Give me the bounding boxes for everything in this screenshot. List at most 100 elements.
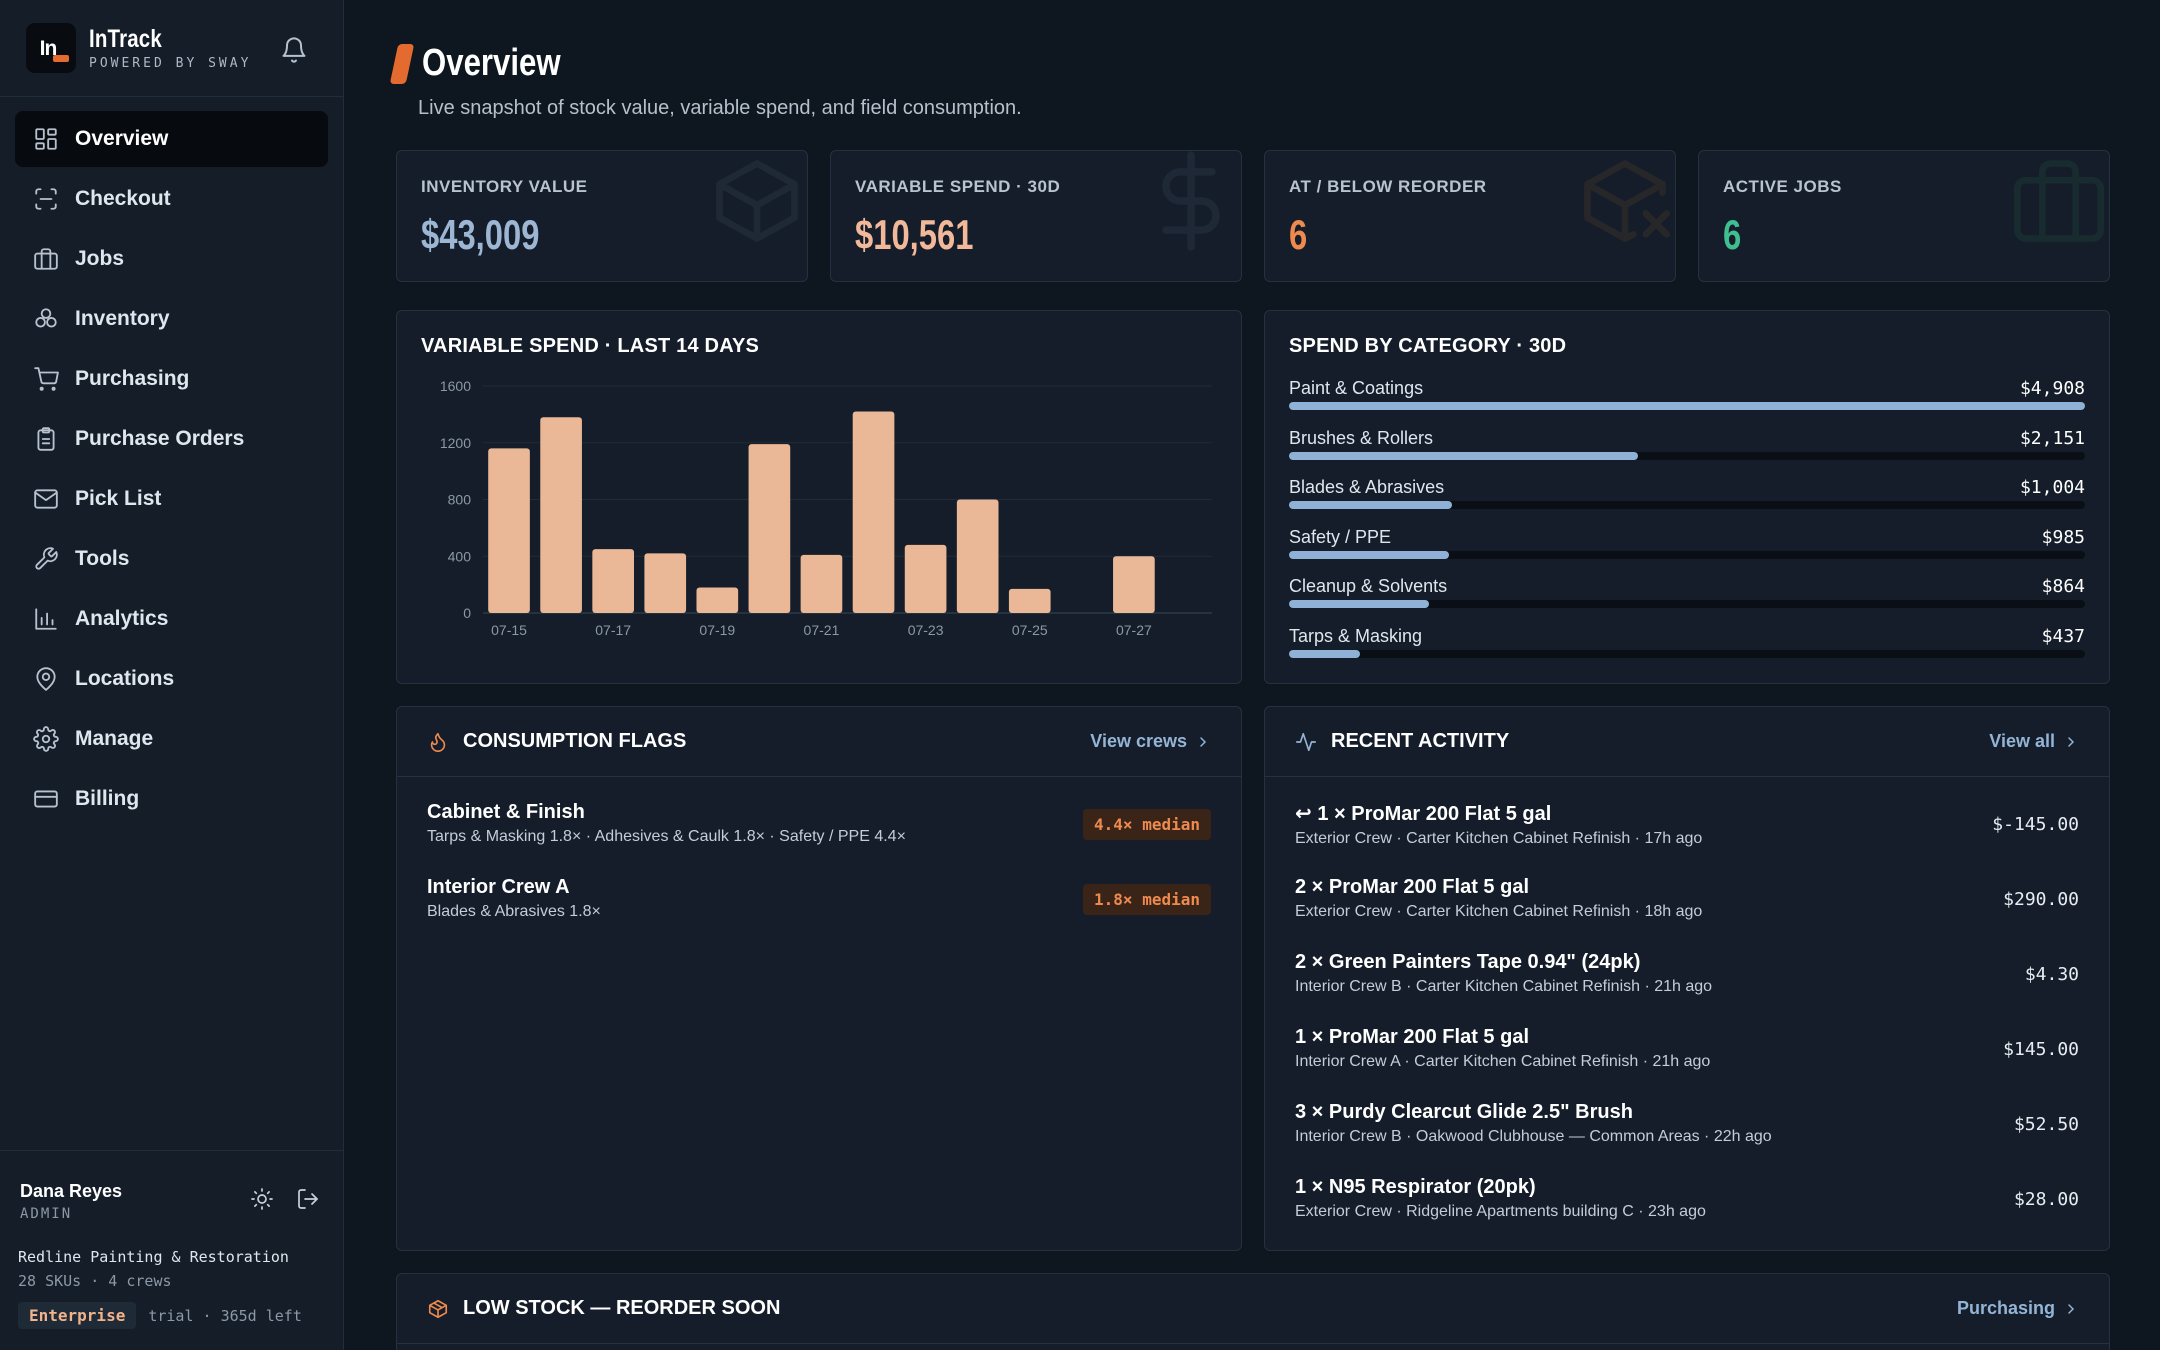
chevron-right-icon [1200,736,1207,747]
org-meta: 28 SKUs · 4 crews [18,1272,172,1290]
bar-07-18[interactable] [644,553,687,613]
box-x-icon [1584,160,1670,242]
stat-card-variable-spend[interactable]: VARIABLE SPEND · 30D $10,561 [830,150,1242,282]
sidebar-item-purchase-orders[interactable]: Purchase Orders [15,411,328,467]
activity-row[interactable]: 3 × Purdy Clearcut Glide 2.5" Brush Inter… [1295,1101,2079,1161]
stat-card-reorder[interactable]: AT / BELOW REORDER 6 [1264,150,1676,282]
dollar-icon [1162,151,1220,251]
x-tick-label: 07-23 [908,622,944,638]
x-tick-label: 07-15 [491,622,527,638]
stat-label: VARIABLE SPEND · 30D [855,177,1061,196]
activity-row[interactable]: 1 × ProMar 200 Flat 5 gal Interior Crew A… [1295,1026,2079,1086]
category-row: Cleanup & Solvents $864 [1289,576,2085,626]
activity-row[interactable]: 1 × N95 Respirator (20pk) Exterior Crew ·… [1295,1176,2079,1236]
wrench-icon [35,547,58,570]
activity-row[interactable]: 2 × ProMar 200 Flat 5 gal Exterior Crew ·… [1295,876,2079,936]
sidebar-item-locations[interactable]: Locations [15,651,328,707]
view-all-label: View all [1989,731,2055,751]
activity-title: 1 × ProMar 200 Flat 5 gal [1295,1026,1529,1048]
stat-card-inventory-value[interactable]: INVENTORY VALUE $43,009 [396,150,808,282]
sidebar-item-pick-list[interactable]: Pick List [15,471,328,527]
sidebar-item-jobs[interactable]: Jobs [15,231,328,287]
category-bar-fill [1289,402,2085,410]
category-name: Safety / PPE [1289,526,1392,547]
sidebar-item-purchasing[interactable]: Purchasing [15,351,328,407]
categories-title: SPEND BY CATEGORY · 30D [1289,335,1567,357]
activity-row[interactable]: 2 × Green Painters Tape 0.94" (24pk) Inte… [1295,951,2079,1011]
activity-row[interactable]: ↩ 1 × ProMar 200 Flat 5 gal Exterior Crew… [1295,801,2079,861]
sidebar: In InTrack POWERED BY SWAY Overview Check… [0,0,344,1350]
activity-title: ↩ 1 × ProMar 200 Flat 5 gal [1295,803,1552,825]
sidebar-item-manage[interactable]: Manage [15,711,328,767]
app-name: InTrack [89,25,162,53]
bell-icon[interactable] [280,36,308,64]
bar-07-25[interactable] [1008,588,1051,613]
bar-07-17[interactable] [592,549,635,613]
category-bar-track [1289,649,2085,658]
stat-value: $43,009 [421,211,540,258]
stat-card-active-jobs[interactable]: ACTIVE JOBS 6 [1698,150,2110,282]
category-name: Tarps & Masking [1289,625,1423,646]
low-stock-title: LOW STOCK — REORDER SOON [463,1297,781,1319]
stat-label: INVENTORY VALUE [421,177,588,196]
bar-07-21[interactable] [800,554,843,613]
bar-07-16[interactable] [540,417,582,613]
dashboard-icon [35,128,57,150]
boxes-icon [35,308,57,328]
y-tick-label: 400 [448,548,472,564]
sidebar-item-label: Purchasing [75,367,190,390]
sidebar-item-billing[interactable]: Billing [15,771,328,827]
activity-amount: $145.00 [2003,1039,2079,1060]
stat-value: 6 [1723,211,1742,258]
plan-badge[interactable]: Enterprise [18,1302,137,1329]
x-tick-label: 07-27 [1116,622,1152,638]
stat-value: 6 [1289,211,1308,258]
activity-meta: Interior Crew B · Oakwood Clubhouse — Co… [1295,1128,1772,1145]
bar-07-22[interactable] [852,411,895,613]
briefcase-icon [34,248,58,270]
sun-icon[interactable] [250,1187,274,1211]
bar-07-24[interactable] [956,499,999,614]
activity-amount: $28.00 [2013,1189,2079,1210]
bar-chart-icon [35,608,57,630]
view-all-link[interactable]: View all [1989,731,2079,752]
category-name: Cleanup & Solvents [1289,576,1448,596]
activity-title: RECENT ACTIVITY [1331,730,1510,752]
activity-title: 2 × ProMar 200 Flat 5 gal [1295,876,1529,898]
box-icon [716,160,798,242]
sidebar-item-analytics[interactable]: Analytics [15,591,328,647]
app-logo[interactable]: In [26,23,76,73]
view-crews-link[interactable]: View crews [1090,731,1211,752]
credit-card-icon [34,790,58,808]
bar-07-15[interactable] [488,448,530,613]
sidebar-item-label: Jobs [75,247,125,270]
purchasing-label: Purchasing [1956,1298,2055,1318]
bar-07-20[interactable] [748,444,791,613]
spend-by-category-card: SPEND BY CATEGORY · 30D Paint & Coatings… [1264,310,2110,684]
category-bar-track [1289,550,2085,559]
sidebar-item-tools[interactable]: Tools [15,531,328,587]
sidebar-item-inventory[interactable]: Inventory [15,291,328,347]
category-bar-fill [1289,550,1449,559]
purchasing-link[interactable]: Purchasing [1957,1298,2079,1319]
sidebar-item-overview[interactable]: Overview [15,111,328,167]
category-value: $985 [2041,526,2085,548]
consumption-flags-card: CONSUMPTION FLAGS View crews Cabinet & F… [396,706,1242,1251]
activity-amount: $290.00 [2003,889,2079,910]
bar-07-19[interactable] [696,587,739,613]
flag-row[interactable]: Interior Crew A Blades & Abrasives 1.8× 1.… [427,876,1211,936]
category-row: Safety / PPE $985 [1289,527,2085,577]
activity-amount: $-145.00 [1992,814,2079,835]
clipboard-icon [37,427,55,451]
mail-icon [34,489,58,509]
sidebar-item-checkout[interactable]: Checkout [15,171,328,227]
bar-07-23[interactable] [904,544,947,613]
activity-meta: Exterior Crew · Carter Kitchen Cabinet R… [1295,830,1703,847]
activity-meta: Exterior Crew · Carter Kitchen Cabinet R… [1295,903,1703,920]
x-tick-label: 07-17 [595,622,631,638]
category-bar-fill [1289,600,1430,608]
y-tick-label: 1600 [440,378,471,394]
logout-icon[interactable] [296,1187,320,1211]
flag-row[interactable]: Cabinet & Finish Tarps & Masking 1.8× · A… [427,801,1211,861]
bar-07-27[interactable] [1113,556,1155,613]
